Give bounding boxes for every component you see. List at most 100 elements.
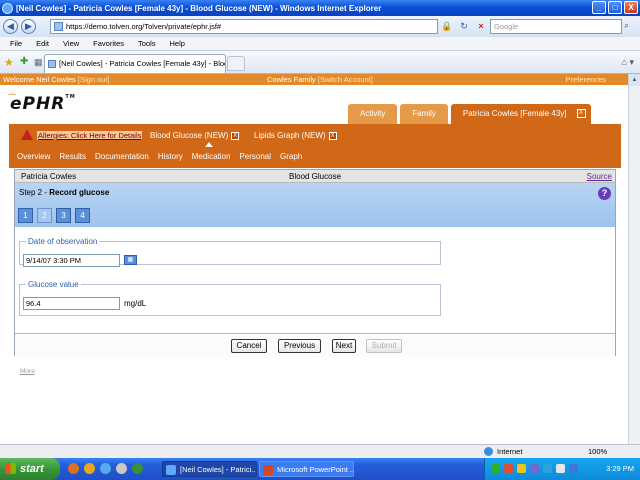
welcome-text: Welcome Neil Cowles bbox=[3, 75, 76, 84]
tray-bluetooth-icon[interactable] bbox=[569, 464, 578, 473]
nav-documentation[interactable]: Documentation bbox=[95, 152, 149, 161]
menu-edit[interactable]: Edit bbox=[36, 39, 49, 48]
next-button[interactable]: Next bbox=[332, 339, 356, 353]
close-subtab-icon[interactable]: X bbox=[231, 131, 240, 140]
tab-patient[interactable]: Patricia Cowles [Female 43y] X bbox=[450, 104, 591, 124]
search-icon[interactable]: ⌕ bbox=[624, 20, 636, 33]
menu-file[interactable]: File bbox=[10, 39, 22, 48]
lock-icon[interactable]: 🔒 bbox=[440, 19, 454, 34]
start-button[interactable]: start bbox=[0, 458, 60, 480]
previous-button[interactable]: Previous bbox=[278, 339, 321, 353]
step-title: Step 2 - Record glucose bbox=[19, 188, 109, 197]
more-link[interactable]: More bbox=[20, 368, 35, 375]
media-icon[interactable] bbox=[116, 463, 127, 474]
scroll-up-icon[interactable]: ▲ bbox=[629, 74, 640, 86]
tray-app-icon[interactable] bbox=[530, 464, 539, 473]
wizard-steps: Step 2 - Record glucose ? 1 2 3 4 bbox=[15, 183, 615, 227]
task-internet-explorer[interactable]: [Neil Cowles] - Patrici... bbox=[162, 461, 257, 477]
step-prefix: Step 2 - bbox=[19, 188, 50, 197]
tab-activity[interactable]: Activity bbox=[348, 104, 398, 124]
address-bar: ◀ ▶ https://demo.tolven.org/Tolven/priva… bbox=[0, 16, 640, 37]
tab-page-icon bbox=[48, 60, 56, 68]
window-controls: _ □ X bbox=[592, 1, 638, 14]
menu-favorites[interactable]: Favorites bbox=[93, 39, 124, 48]
maximize-button[interactable]: □ bbox=[608, 1, 622, 14]
task-powerpoint[interactable]: Microsoft PowerPoint ... bbox=[259, 461, 354, 477]
glucose-value-field[interactable] bbox=[23, 297, 120, 310]
preferences-link[interactable]: Preferences bbox=[566, 74, 606, 85]
task-ppt-label: Microsoft PowerPoint ... bbox=[277, 465, 354, 474]
new-tab-button[interactable] bbox=[227, 56, 245, 71]
ephr-logo: ⁀ ePHRTM bbox=[8, 94, 76, 114]
step-4-button[interactable]: 4 bbox=[75, 208, 90, 223]
menu-help[interactable]: Help bbox=[170, 39, 185, 48]
web-page: Welcome Neil Cowles [Sign out] Cowles Fa… bbox=[0, 74, 628, 444]
nav-medication[interactable]: Medication bbox=[192, 152, 231, 161]
welcome-group: Welcome Neil Cowles [Sign out] bbox=[3, 74, 110, 85]
tray-volume-icon[interactable] bbox=[556, 464, 565, 473]
zoom-level[interactable]: 100% bbox=[588, 447, 607, 456]
firefox-icon[interactable] bbox=[68, 463, 79, 474]
tab-family[interactable]: Family bbox=[400, 104, 448, 124]
nav-overview[interactable]: Overview bbox=[17, 152, 50, 161]
step-3-button[interactable]: 3 bbox=[56, 208, 71, 223]
browser-tab[interactable]: [Neil Cowles] - Patricia Cowles [Female … bbox=[44, 54, 226, 73]
date-fieldset: Date of observation ▦ bbox=[19, 237, 441, 267]
logo-swoosh-icon: ⁀ bbox=[8, 95, 17, 105]
submit-button[interactable]: Submit bbox=[366, 339, 402, 353]
favorites-star-icon[interactable]: ★ bbox=[4, 56, 14, 69]
close-subtab-icon[interactable]: X bbox=[328, 131, 337, 140]
ie-task-icon bbox=[166, 465, 176, 475]
quick-tabs-icon[interactable]: ▦ bbox=[34, 57, 43, 68]
patient-name: Patricia Cowles bbox=[21, 172, 77, 181]
sign-out-link[interactable]: [Sign out] bbox=[78, 75, 110, 84]
ie-quicklaunch-icon[interactable] bbox=[100, 463, 111, 474]
menu-tools[interactable]: Tools bbox=[138, 39, 156, 48]
nav-personal[interactable]: Personal bbox=[239, 152, 271, 161]
powerpoint-icon bbox=[263, 465, 273, 475]
subtab-lipids-graph[interactable]: Lipids Graph (NEW) X bbox=[254, 131, 337, 140]
forward-button[interactable]: ▶ bbox=[21, 19, 36, 34]
desktop-icon[interactable] bbox=[132, 463, 143, 474]
minimize-button[interactable]: _ bbox=[592, 1, 606, 14]
tray-security-icon[interactable] bbox=[504, 464, 513, 473]
folder-icon[interactable] bbox=[84, 463, 95, 474]
subtab-blood-glucose[interactable]: Blood Glucose (NEW) X bbox=[150, 131, 240, 140]
home-icon[interactable]: ⌂ ▾ bbox=[622, 57, 634, 68]
date-of-observation-field[interactable] bbox=[23, 254, 120, 267]
active-subtab-caret-icon bbox=[205, 142, 213, 147]
windows-flag-icon bbox=[5, 463, 16, 474]
form-title: Blood Glucose bbox=[289, 172, 342, 181]
switch-account-link[interactable]: [Switch Account] bbox=[318, 75, 373, 84]
cancel-button[interactable]: Cancel bbox=[231, 339, 267, 353]
nav-graph[interactable]: Graph bbox=[280, 152, 302, 161]
context-tabs: Activity Family Patricia Cowles [Female … bbox=[348, 104, 591, 124]
stop-icon[interactable]: × bbox=[474, 19, 488, 34]
help-icon[interactable]: ? bbox=[598, 187, 611, 200]
status-bar: Internet 100% bbox=[0, 444, 640, 458]
add-favorite-icon[interactable]: ✚ bbox=[20, 56, 28, 67]
nav-results[interactable]: Results bbox=[59, 152, 86, 161]
step-name: Record glucose bbox=[49, 188, 110, 197]
close-window-button[interactable]: X bbox=[624, 1, 638, 14]
start-label: start bbox=[20, 463, 44, 475]
calendar-icon[interactable]: ▦ bbox=[124, 255, 137, 265]
close-patient-tab-icon[interactable]: X bbox=[576, 109, 586, 118]
nav-history[interactable]: History bbox=[158, 152, 183, 161]
tray-alert-icon[interactable] bbox=[517, 464, 526, 473]
source-link[interactable]: Source bbox=[587, 170, 612, 183]
step-2-button[interactable]: 2 bbox=[37, 208, 52, 223]
back-button[interactable]: ◀ bbox=[3, 19, 18, 34]
tray-network-icon[interactable] bbox=[491, 464, 500, 473]
page-scrollbar[interactable]: ▲ bbox=[628, 74, 640, 444]
warning-icon bbox=[21, 129, 33, 140]
menu-view[interactable]: View bbox=[63, 39, 79, 48]
search-input[interactable]: Google bbox=[490, 19, 622, 34]
tray-sync-icon[interactable] bbox=[543, 464, 552, 473]
allergies-link[interactable]: Allergies: Click Here for Details bbox=[37, 131, 143, 140]
step-1-button[interactable]: 1 bbox=[18, 208, 33, 223]
menu-bar: File Edit View Favorites Tools Help bbox=[0, 37, 640, 51]
account-group: Cowles Family [Switch Account] bbox=[267, 74, 373, 85]
refresh-icon[interactable]: ↻ bbox=[457, 19, 471, 34]
url-field[interactable]: https://demo.tolven.org/Tolven/private/e… bbox=[50, 19, 438, 34]
